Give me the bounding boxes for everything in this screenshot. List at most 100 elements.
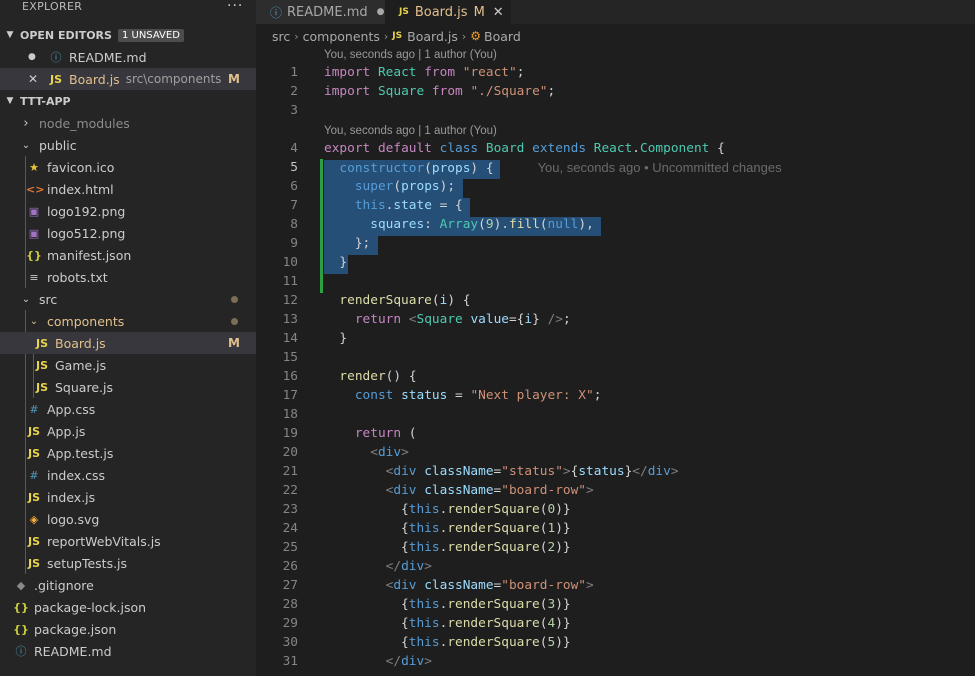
code-line[interactable]: } [324, 255, 347, 270]
code-line[interactable]: render() { [324, 369, 416, 384]
tree-item-index-html[interactable]: <> index.html [0, 178, 256, 200]
tree-item-label: robots.txt [47, 269, 108, 285]
tree-item-index-js[interactable]: JS index.js [0, 486, 256, 508]
breadcrumb-symbol[interactable]: Board [484, 29, 521, 44]
info-icon: ⓘ [15, 645, 27, 658]
modified-dot-icon [231, 295, 238, 303]
code-line[interactable]: export default class Board extends React… [324, 141, 725, 156]
tree-item-robots[interactable]: ≡ robots.txt [0, 266, 256, 288]
line-number: 25 [282, 540, 298, 555]
tree-item-package-lock[interactable]: {} package-lock.json [0, 596, 256, 618]
code-line[interactable]: constructor(props) {You, seconds ago • U… [324, 160, 781, 176]
tree-item-label: package-lock.json [34, 599, 147, 615]
line-number: 2 [290, 84, 298, 99]
close-icon[interactable]: ✕ [493, 5, 504, 20]
close-icon[interactable]: ✕ [28, 72, 48, 86]
tab-readme[interactable]: ⓘ README.md ● [256, 0, 385, 24]
code-line[interactable]: }; [324, 236, 370, 251]
js-file-icon: JS [27, 556, 40, 570]
code-line[interactable]: </div> [324, 559, 432, 574]
tree-item-game[interactable]: JS Game.js [0, 354, 256, 376]
tree-item-label: README.md [34, 643, 112, 659]
tree-item-package-json[interactable]: {} package.json [0, 618, 256, 640]
tree-item-gitignore[interactable]: ◆ .gitignore [0, 574, 256, 596]
open-editor-readme[interactable]: ● ⓘ README.md [0, 46, 256, 68]
unsaved-dot-icon[interactable]: ● [28, 52, 48, 62]
code-line[interactable]: {this.renderSquare(5)} [324, 635, 571, 650]
tree-item-label: Board.js [55, 335, 106, 351]
tree-item-label: logo.svg [47, 511, 100, 527]
tree-item-label: src [39, 291, 58, 307]
tree-item-setup-tests[interactable]: JS setupTests.js [0, 552, 256, 574]
tree-item-app-test[interactable]: JS App.test.js [0, 442, 256, 464]
code-line[interactable]: {this.renderSquare(2)} [324, 540, 571, 555]
tree-item-label: reportWebVitals.js [47, 533, 161, 549]
code-line[interactable]: <div className="board-row"> [324, 578, 594, 593]
line-number: 11 [282, 274, 298, 289]
code-line[interactable]: squares: Array(9).fill(null), [324, 217, 594, 232]
code-line[interactable]: super(props); [324, 179, 455, 194]
tree-item-app-js[interactable]: JS App.js [0, 420, 256, 442]
tree-item-src[interactable]: ⌄ src [0, 288, 256, 310]
open-editors-section[interactable]: ▼ OPEN EDITORS 1 UNSAVED [0, 24, 256, 46]
code-line[interactable]: const status = "Next player: X"; [324, 388, 602, 403]
tree-item-square[interactable]: JS Square.js [0, 376, 256, 398]
tree-item-logo-svg[interactable]: ◈ logo.svg [0, 508, 256, 530]
open-editor-board[interactable]: ✕ JS Board.js src\components M [0, 68, 256, 90]
tree-item-label: Game.js [55, 357, 107, 373]
tree-item-report-web-vitals[interactable]: JS reportWebVitals.js [0, 530, 256, 552]
code-line[interactable]: <div className="status">{status}</div> [324, 464, 679, 479]
tab-label: Board.js [414, 4, 468, 20]
tree-item-manifest[interactable]: {} manifest.json [0, 244, 256, 266]
code-line[interactable]: {this.renderSquare(1)} [324, 521, 571, 536]
tree-item-logo192[interactable]: ▣ logo192.png [0, 200, 256, 222]
js-file-icon: JS [49, 72, 62, 86]
code-line[interactable]: return <Square value={i} />; [324, 312, 571, 327]
code-line[interactable]: {this.renderSquare(4)} [324, 616, 571, 631]
tree-item-public[interactable]: ⌄ public [0, 134, 256, 156]
line-number: 30 [282, 635, 298, 650]
code-line[interactable]: {this.renderSquare(3)} [324, 597, 571, 612]
tree-item-label: App.css [47, 401, 96, 417]
code-line[interactable]: import Square from "./Square"; [324, 84, 555, 99]
tree-item-label: index.css [47, 467, 106, 483]
tree-item-board[interactable]: JS Board.js M [0, 332, 256, 354]
tab-board[interactable]: JS Board.js M ✕ [385, 0, 511, 24]
tree-item-app-css[interactable]: # App.css [0, 398, 256, 420]
breadcrumb-components[interactable]: components [303, 29, 380, 44]
more-actions-icon[interactable]: ··· [227, 0, 243, 14]
breadcrumb-src[interactable]: src [272, 29, 290, 44]
info-icon: ⓘ [270, 5, 283, 20]
code-line[interactable]: } [324, 331, 347, 346]
code-line[interactable]: {this.renderSquare(0)} [324, 502, 571, 517]
line-number: 27 [282, 578, 298, 593]
code-line[interactable]: this.state = { [324, 198, 463, 213]
code-line[interactable]: <div> [324, 445, 409, 460]
codelens-author[interactable]: You, seconds ago | 1 author (You) [324, 125, 497, 137]
chevron-right-icon: › [383, 29, 389, 43]
tree-item-readme[interactable]: ⓘ README.md [0, 640, 256, 662]
tree-item-label: node_modules [39, 115, 130, 131]
codelens-author[interactable]: You, seconds ago | 1 author (You) [324, 49, 497, 61]
tree-item-logo512[interactable]: ▣ logo512.png [0, 222, 256, 244]
tree-item-favicon[interactable]: ★ favicon.ico [0, 156, 256, 178]
code-line[interactable]: import React from "react"; [324, 65, 524, 80]
project-section[interactable]: ▼ TTT-APP [0, 90, 256, 112]
code-line[interactable]: renderSquare(i) { [324, 293, 470, 308]
modified-dot-icon [231, 317, 238, 325]
line-number: 6 [290, 179, 298, 194]
tree-item-label: components [47, 313, 125, 329]
open-editor-label: Board.js [69, 71, 120, 87]
breadcrumb-file[interactable]: Board.js [407, 29, 458, 44]
tree-item-index-css[interactable]: # index.css [0, 464, 256, 486]
tree-item-node-modules[interactable]: › node_modules [0, 112, 256, 134]
code-line[interactable]: return ( [324, 426, 417, 441]
explorer-title: EXPLORER [22, 0, 83, 13]
code-line[interactable]: </div> [324, 654, 432, 669]
line-number: 19 [282, 426, 298, 441]
code-line[interactable]: <div className="board-row"> [324, 483, 594, 498]
line-number: 7 [290, 198, 298, 213]
tree-item-components[interactable]: ⌄ components [0, 310, 256, 332]
unsaved-dot-icon[interactable]: ● [377, 7, 385, 17]
code-editor[interactable]: You, seconds ago | 1 author (You) You, s… [256, 46, 975, 676]
